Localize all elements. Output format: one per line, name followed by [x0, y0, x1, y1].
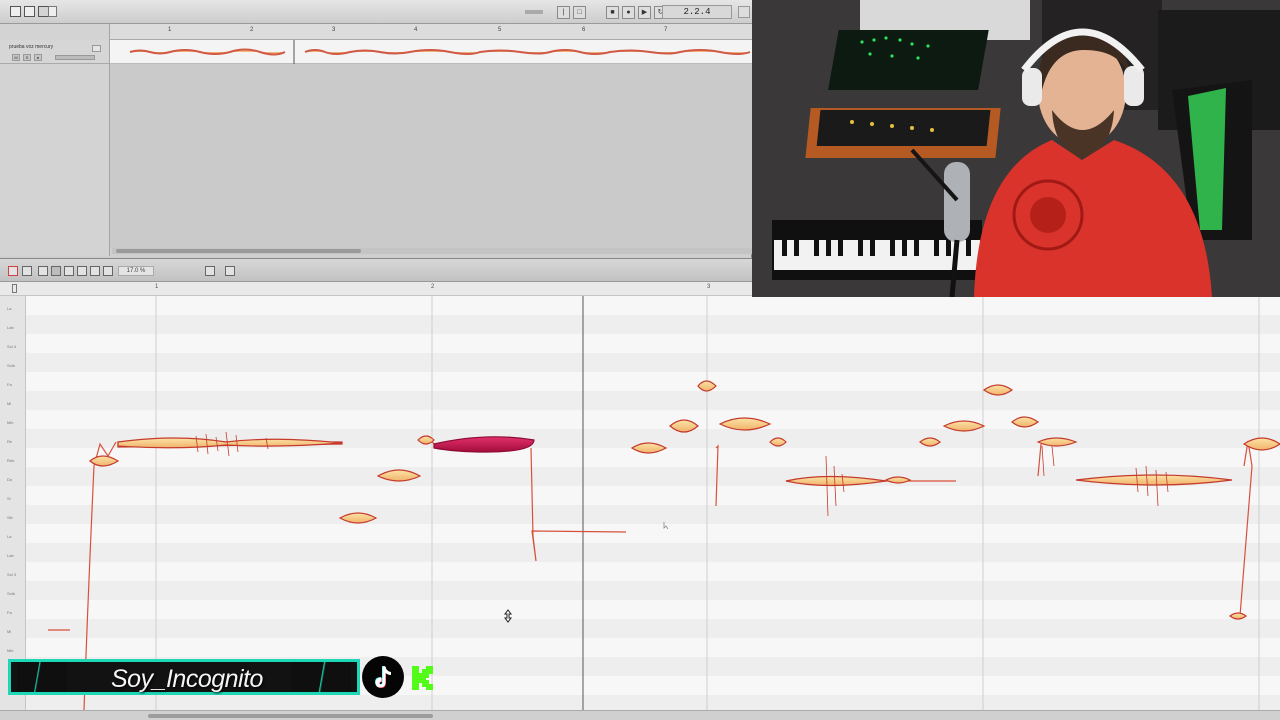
ruler-mark: 2 [250, 27, 254, 33]
track-header[interactable]: prueba voz mercury M S ● [0, 40, 109, 64]
pitch-label: Lab [7, 553, 14, 558]
pitch-label: Reb [7, 458, 15, 463]
pitch-label: La [7, 534, 12, 539]
streamer-name: Soy_Incognito [111, 665, 263, 693]
track-name[interactable]: prueba voz mercury [9, 44, 53, 50]
region-waveform [129, 40, 751, 64]
pitch-label: Mib [7, 420, 14, 425]
overflow-icon[interactable] [738, 6, 750, 18]
pitch-label: Mi [7, 401, 12, 406]
edit-tool-icon[interactable] [8, 266, 18, 276]
editor-scroll-thumb[interactable] [148, 714, 433, 718]
pointer-tool-icon[interactable] [22, 266, 32, 276]
pitch-ruler[interactable]: La Lab Sol 4 Solb Fa Mi Mib Re Reb Do Si… [0, 296, 26, 710]
amplitude-tool-icon[interactable] [64, 266, 74, 276]
note-grid-canvas [26, 296, 1280, 711]
zoom-field[interactable]: 17.0 % [118, 266, 154, 276]
formant-tool-icon[interactable] [51, 266, 61, 276]
volume-fader[interactable] [55, 55, 95, 60]
play-icon[interactable]: ▶ [638, 5, 651, 19]
pitch-label: La [7, 306, 12, 311]
note-blob [1228, 612, 1248, 620]
record-icon[interactable]: ● [622, 5, 635, 19]
pitch-label: Do [7, 477, 13, 482]
arrange-scrollbar[interactable] [112, 248, 752, 254]
arrange-ruler[interactable]: 1 2 3 4 5 6 7 [110, 24, 752, 40]
pitch-label: Sol 3 [7, 572, 17, 577]
ruler-mark: 4 [414, 27, 418, 33]
webcam-feed [752, 0, 1280, 297]
ruler-mark: 1 [168, 27, 172, 33]
track-settings-icon[interactable] [92, 45, 101, 52]
solo-button[interactable]: S [23, 54, 31, 61]
bar-number: 3 [707, 284, 711, 290]
top-toolbar: | □ ■ ● ▶ ↻ 2.2.4 [0, 0, 752, 24]
streamer-name-plate: Soy_Incognito [8, 659, 360, 695]
pitch-label: Si [7, 496, 11, 501]
note-blob [884, 476, 912, 484]
quantize-time-icon[interactable] [225, 266, 235, 276]
arrange-empty-area[interactable] [110, 64, 752, 248]
arrange-scroll-thumb[interactable] [116, 249, 361, 253]
ruler-start-icon [12, 284, 17, 293]
timing-tool-icon[interactable] [77, 266, 87, 276]
scale-tool-icon[interactable] [103, 266, 113, 276]
bar-number: 2 [431, 284, 435, 290]
pitch-label: Fa [7, 610, 12, 615]
note-editor-grid[interactable] [26, 296, 1280, 711]
webcam-image [752, 0, 1280, 297]
pitch-label: Sib [7, 515, 13, 520]
pitch-label: Re [7, 439, 13, 444]
stop-icon[interactable]: ■ [606, 5, 619, 19]
bar-number: 1 [155, 284, 159, 290]
transport-controls: | □ ■ ● ▶ ↻ [525, 5, 667, 19]
pitch-tool-icon[interactable] [38, 266, 48, 276]
mixer-icon[interactable] [24, 6, 35, 17]
tiktok-icon [362, 656, 404, 698]
pitch-label: Sol 4 [7, 344, 17, 349]
correct-pitch-icon[interactable] [205, 266, 215, 276]
pitch-label: Fa [7, 382, 12, 387]
panel-toggle-icon[interactable] [10, 6, 21, 17]
arrange-window: | □ ■ ● ▶ ↻ 2.2.4 prueba voz mercury M S… [0, 0, 752, 258]
ruler-mark: 6 [582, 27, 586, 33]
mute-button[interactable]: M [12, 54, 20, 61]
pitch-label: Mi [7, 629, 12, 634]
ruler-mark: 7 [664, 27, 668, 33]
pitch-label: Solb [7, 363, 16, 368]
pitch-label: Lab [7, 325, 14, 330]
loop-toggle-icon[interactable]: □ [573, 5, 586, 19]
editor-scrollbar[interactable] [0, 710, 1280, 720]
record-arm-button[interactable]: ● [34, 54, 42, 61]
ruler-mark: 5 [498, 27, 502, 33]
pitch-label: Solb [7, 591, 16, 596]
pitch-label: Mib [7, 648, 14, 653]
position-display[interactable]: 2.2.4 [662, 5, 732, 19]
note-separation-icon[interactable] [90, 266, 100, 276]
tempo-icon[interactable] [48, 6, 57, 17]
ruler-mark: 3 [332, 27, 336, 33]
audio-region[interactable] [110, 40, 752, 64]
cursor-tool-icon[interactable]: | [557, 5, 570, 19]
loop-bar[interactable] [525, 10, 543, 14]
kick-icon [409, 663, 437, 693]
